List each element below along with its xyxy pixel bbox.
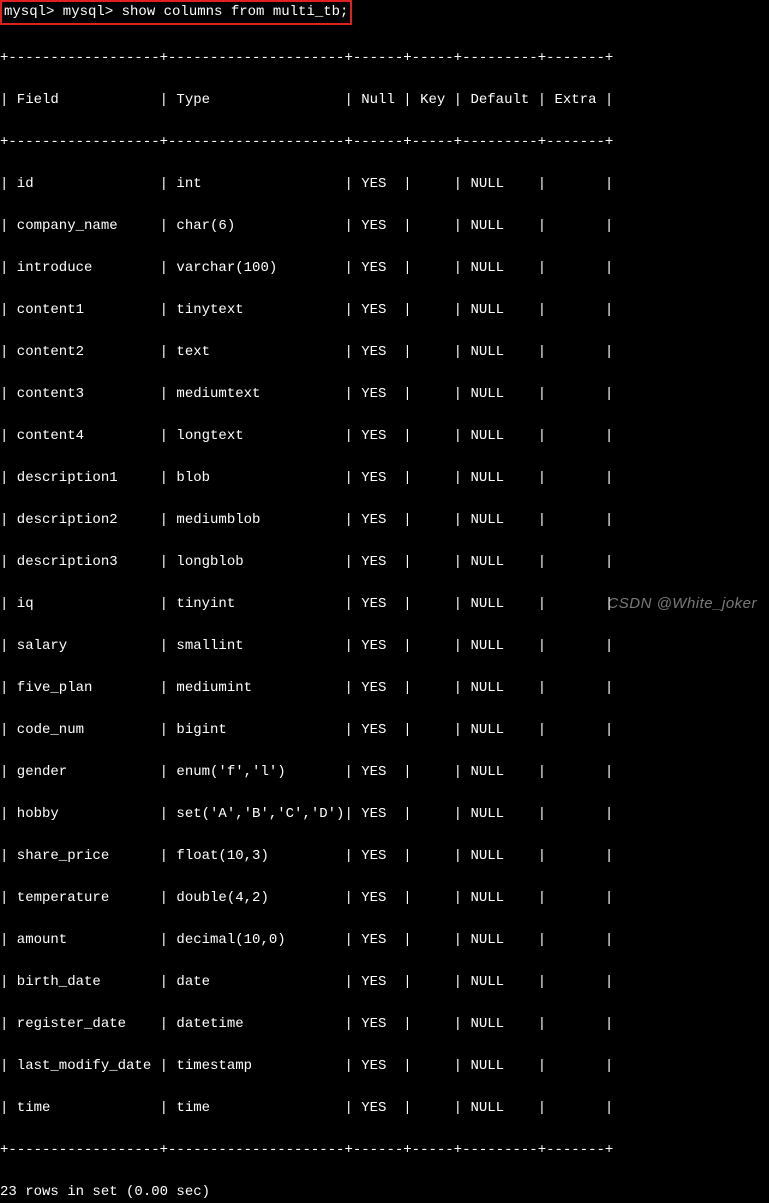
table-row: | five_plan | mediumint | YES | | NULL |…	[0, 678, 769, 699]
table-row: | code_num | bigint | YES | | NULL | |	[0, 720, 769, 741]
table-row: | content3 | mediumtext | YES | | NULL |…	[0, 384, 769, 405]
table-row: | birth_date | date | YES | | NULL | |	[0, 972, 769, 993]
table-row: | description1 | blob | YES | | NULL | |	[0, 468, 769, 489]
table-row: | hobby | set('A','B','C','D')| YES | | …	[0, 804, 769, 825]
separator-row: +------------------+--------------------…	[0, 48, 769, 69]
separator-row: +------------------+--------------------…	[0, 1140, 769, 1161]
table-row: | time | time | YES | | NULL | |	[0, 1098, 769, 1119]
result-footer: 23 rows in set (0.00 sec)	[0, 1182, 769, 1203]
table-row: | description3 | longblob | YES | | NULL…	[0, 552, 769, 573]
table-row: | content4 | longtext | YES | | NULL | |	[0, 426, 769, 447]
table-row: | temperature | double(4,2) | YES | | NU…	[0, 888, 769, 909]
table-row: | description2 | mediumblob | YES | | NU…	[0, 510, 769, 531]
table-row: | content1 | tinytext | YES | | NULL | |	[0, 300, 769, 321]
table-row: | register_date | datetime | YES | | NUL…	[0, 1014, 769, 1035]
table-row: | share_price | float(10,3) | YES | | NU…	[0, 846, 769, 867]
table-row: | company_name | char(6) | YES | | NULL …	[0, 216, 769, 237]
table-row: | last_modify_date | timestamp | YES | |…	[0, 1056, 769, 1077]
header-row: | Field | Type | Null | Key | Default | …	[0, 90, 769, 111]
watermark: CSDN @White_joker	[607, 593, 757, 616]
table-row: | amount | decimal(10,0) | YES | | NULL …	[0, 930, 769, 951]
table-row: | salary | smallint | YES | | NULL | |	[0, 636, 769, 657]
separator-row: +------------------+--------------------…	[0, 132, 769, 153]
table-row: | gender | enum('f','l') | YES | | NULL …	[0, 762, 769, 783]
table-row: | introduce | varchar(100) | YES | | NUL…	[0, 258, 769, 279]
table-row: | id | int | YES | | NULL | |	[0, 174, 769, 195]
table-row: | content2 | text | YES | | NULL | |	[0, 342, 769, 363]
command-prompt[interactable]: mysql> mysql> show columns from multi_tb…	[0, 0, 352, 25]
